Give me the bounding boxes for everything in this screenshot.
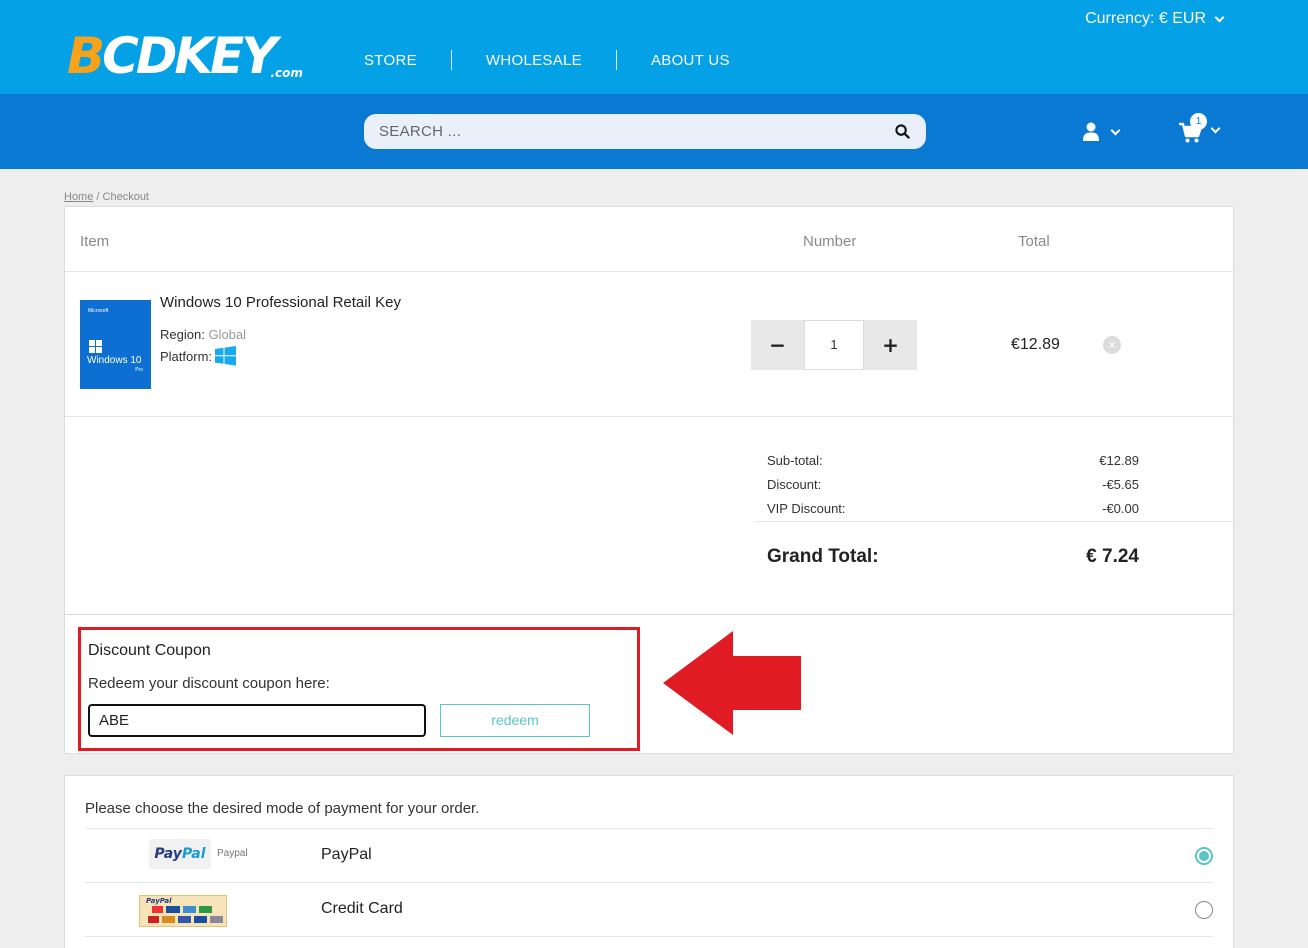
card-mark bbox=[152, 906, 163, 913]
payment-option-credit-card[interactable]: PayPal Credit Card bbox=[85, 882, 1213, 936]
red-arrow-annotation bbox=[663, 631, 801, 735]
nav-store[interactable]: STORE bbox=[364, 52, 417, 69]
card-mark bbox=[194, 916, 207, 923]
grand-total-label: Grand Total: bbox=[767, 546, 879, 567]
column-header-number: Number bbox=[803, 233, 857, 250]
breadcrumb: Home / Checkout bbox=[64, 191, 149, 203]
nav-divider bbox=[615, 50, 617, 70]
divider bbox=[65, 614, 1233, 615]
credit-card-logo: PayPal bbox=[139, 895, 227, 927]
paypal-logo: Pay Pal Paypal bbox=[149, 839, 248, 869]
decrease-quantity-button[interactable]: − bbox=[751, 320, 804, 370]
platform-label: Platform: bbox=[160, 348, 213, 364]
coupon-subtitle: Redeem your discount coupon here: bbox=[88, 675, 330, 692]
paypal-logo-part2: Pal bbox=[181, 846, 206, 862]
region-value: Global bbox=[208, 327, 247, 342]
account-menu[interactable] bbox=[1082, 122, 1121, 142]
cart-panel: Item Number Total Microsoft Windows 10 P… bbox=[64, 206, 1234, 754]
card-mark bbox=[178, 916, 191, 923]
credit-card-logo-label: PayPal bbox=[146, 897, 172, 905]
column-header-total: Total bbox=[1018, 233, 1050, 250]
quantity-input[interactable]: 1 bbox=[804, 320, 864, 370]
divider bbox=[65, 416, 1233, 417]
product-name[interactable]: Windows 10 Professional Retail Key bbox=[160, 294, 401, 311]
quantity-stepper: − 1 + bbox=[751, 320, 917, 370]
region-label: Region: bbox=[160, 327, 205, 342]
card-mark bbox=[162, 916, 175, 923]
logo[interactable]: BCDKEY .com bbox=[67, 30, 303, 82]
breadcrumb-separator: / bbox=[93, 191, 103, 203]
paypal-small-label: Paypal bbox=[217, 848, 248, 859]
logo-text: BCDKEY bbox=[67, 27, 277, 85]
line-total: €12.89 bbox=[1011, 336, 1060, 353]
top-header: BCDKEY .com STORE WHOLESALE ABOUT US Cur… bbox=[0, 0, 1308, 94]
coupon-code-input[interactable]: ABE bbox=[88, 704, 426, 737]
grand-total-value: € 7.24 bbox=[1086, 546, 1139, 567]
currency-label: Currency: € EUR bbox=[1085, 10, 1206, 27]
search-input[interactable] bbox=[379, 123, 859, 140]
increase-quantity-button[interactable]: + bbox=[864, 320, 917, 370]
card-mark bbox=[166, 906, 180, 913]
divider bbox=[755, 521, 1233, 522]
search-bar-row: 1 bbox=[0, 94, 1308, 169]
card-mark bbox=[183, 906, 196, 913]
nav-divider bbox=[450, 50, 452, 70]
paypal-badge: Pay Pal bbox=[149, 839, 211, 869]
breadcrumb-current: Checkout bbox=[102, 191, 149, 203]
chevron-down-icon bbox=[1214, 12, 1225, 22]
product-region: Region: Global bbox=[160, 327, 246, 342]
windows-logo-icon bbox=[89, 340, 102, 353]
vip-discount-label: VIP Discount: bbox=[767, 501, 846, 516]
payment-option-paypal[interactable]: Pay Pal Paypal PayPal bbox=[85, 828, 1213, 882]
remove-item-icon[interactable]: ✕ bbox=[1103, 336, 1121, 354]
paypal-radio[interactable] bbox=[1195, 847, 1213, 865]
cart-count-badge: 1 bbox=[1190, 113, 1207, 130]
windows-icon bbox=[215, 346, 237, 366]
nav-wholesale[interactable]: WHOLESALE bbox=[486, 52, 582, 69]
card-mark bbox=[199, 906, 212, 913]
nav-about-us[interactable]: ABOUT US bbox=[651, 52, 730, 69]
credit-card-radio[interactable] bbox=[1195, 901, 1213, 919]
card-mark bbox=[210, 916, 223, 923]
coupon-title: Discount Coupon bbox=[88, 642, 211, 659]
column-header-item: Item bbox=[80, 233, 110, 250]
logo-suffix: .com bbox=[270, 66, 303, 80]
paypal-logo-part1: Pay bbox=[154, 846, 182, 862]
currency-selector[interactable]: Currency: € EUR bbox=[1085, 10, 1225, 28]
payment-title: Please choose the desired mode of paymen… bbox=[85, 800, 480, 817]
breadcrumb-home[interactable]: Home bbox=[64, 191, 93, 203]
search-box bbox=[364, 114, 926, 149]
vip-discount-value: -€0.00 bbox=[1102, 501, 1139, 516]
discount-coupon-section: Discount Coupon Redeem your discount cou… bbox=[78, 627, 640, 751]
search-icon[interactable] bbox=[895, 124, 910, 139]
payment-panel: Please choose the desired mode of paymen… bbox=[64, 775, 1234, 948]
discount-value: -€5.65 bbox=[1102, 477, 1139, 492]
subtotal-label: Sub-total: bbox=[767, 453, 823, 468]
product-platform: Platform: bbox=[160, 346, 237, 366]
chevron-down-icon bbox=[1110, 125, 1121, 135]
product-image-brand: Microsoft bbox=[88, 308, 109, 314]
payment-name-paypal: PayPal bbox=[321, 846, 372, 863]
payment-name-credit-card: Credit Card bbox=[321, 900, 403, 917]
product-image[interactable]: Microsoft Windows 10 Pro bbox=[80, 300, 151, 389]
subtotal-value: €12.89 bbox=[1099, 453, 1139, 468]
redeem-button[interactable]: redeem bbox=[440, 704, 590, 737]
chevron-down-icon bbox=[1210, 123, 1221, 133]
product-image-edition: Pro bbox=[135, 367, 143, 373]
cart-icon-wrap: 1 bbox=[1178, 113, 1207, 144]
user-icon bbox=[1083, 122, 1099, 141]
payment-option-more[interactable] bbox=[85, 936, 1213, 948]
card-mark bbox=[148, 916, 159, 923]
cart-menu[interactable]: 1 bbox=[1178, 113, 1221, 144]
credit-card-badge: PayPal bbox=[139, 895, 227, 927]
divider bbox=[65, 271, 1233, 272]
product-image-title: Windows 10 bbox=[87, 355, 142, 366]
discount-label: Discount: bbox=[767, 477, 822, 492]
main-nav: STORE WHOLESALE ABOUT US bbox=[364, 50, 730, 70]
